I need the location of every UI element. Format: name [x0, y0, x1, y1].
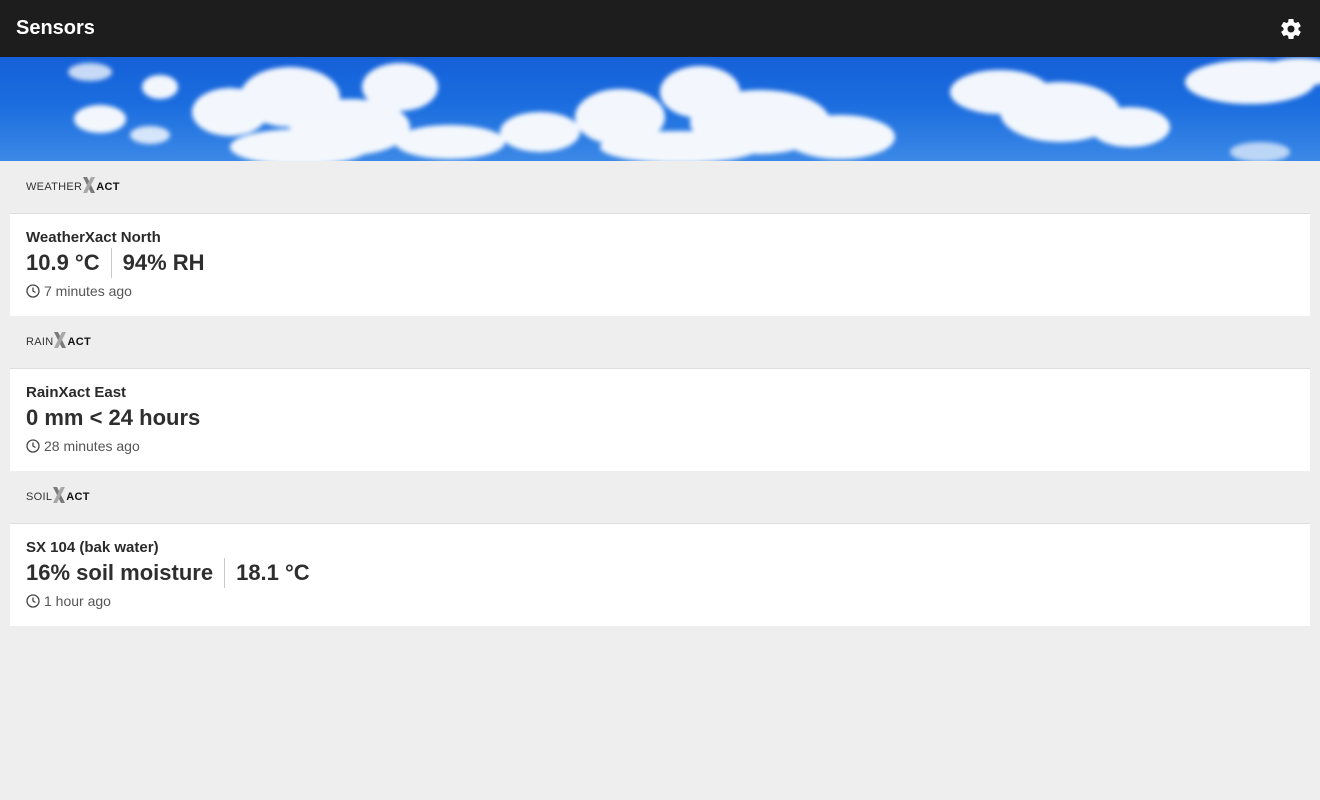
section-header-weatherxact: WEATHER ACT [0, 161, 1320, 213]
sensor-values: 0 mm < 24 hours [26, 403, 1294, 433]
x-mark-icon [54, 331, 67, 353]
clock-icon [26, 594, 40, 608]
clock-icon [26, 439, 40, 453]
rainxact-logo: RAIN ACT [26, 331, 91, 353]
sensor-name: WeatherXact North [26, 229, 161, 246]
sensor-values: 16% soil moisture 18.1 °C [26, 558, 1294, 588]
gear-icon [1279, 17, 1303, 41]
brand-suffix: ACT [66, 491, 90, 503]
soil-moisture-value: 16% soil moisture [26, 560, 214, 585]
sensor-values: 10.9 °C 94% RH [26, 248, 1294, 278]
app-bar: Sensors [0, 0, 1320, 57]
value-divider [224, 558, 226, 588]
brand-prefix: RAIN [26, 336, 54, 348]
sensor-name: SX 104 (bak water) [26, 539, 159, 556]
last-updated-text: 28 minutes ago [44, 438, 140, 454]
section-header-soilxact: SOIL ACT [0, 471, 1320, 523]
last-updated-text: 1 hour ago [44, 593, 111, 609]
page-title: Sensors [16, 17, 95, 39]
sensor-card-rainxact-east[interactable]: RainXact East 0 mm < 24 hours 28 minutes… [10, 368, 1310, 471]
humidity-value: 94% RH [122, 250, 205, 275]
brand-suffix: ACT [96, 181, 120, 193]
weatherxact-logo: WEATHER ACT [26, 176, 120, 198]
last-updated: 28 minutes ago [26, 438, 1294, 454]
sensor-name: RainXact East [26, 384, 127, 401]
temperature-value: 10.9 °C [26, 250, 100, 275]
last-updated: 7 minutes ago [26, 283, 1294, 299]
settings-button[interactable] [1279, 17, 1303, 41]
section-header-rainxact: RAIN ACT [0, 316, 1320, 368]
x-mark-icon [83, 176, 96, 198]
temperature-value: 18.1 °C [236, 560, 310, 585]
sky-banner [0, 57, 1320, 161]
sensor-card-weatherxact-north[interactable]: WeatherXact North 10.9 °C 94% RH 7 minut… [10, 213, 1310, 316]
value-divider [110, 248, 112, 278]
clouds-illustration [68, 58, 1320, 161]
clock-icon [26, 284, 40, 298]
sensor-list: WEATHER ACT WeatherXact North 10.9 °C 94… [0, 161, 1320, 626]
last-updated-text: 7 minutes ago [44, 283, 132, 299]
x-mark-icon [53, 486, 66, 508]
sensor-card-sx104[interactable]: SX 104 (bak water) 16% soil moisture 18.… [10, 523, 1310, 626]
brand-suffix: ACT [67, 336, 91, 348]
brand-prefix: WEATHER [26, 181, 83, 193]
last-updated: 1 hour ago [26, 593, 1294, 609]
brand-prefix: SOIL [26, 491, 53, 503]
rainfall-value: 0 mm < 24 hours [26, 405, 201, 430]
soilxact-logo: SOIL ACT [26, 486, 90, 508]
